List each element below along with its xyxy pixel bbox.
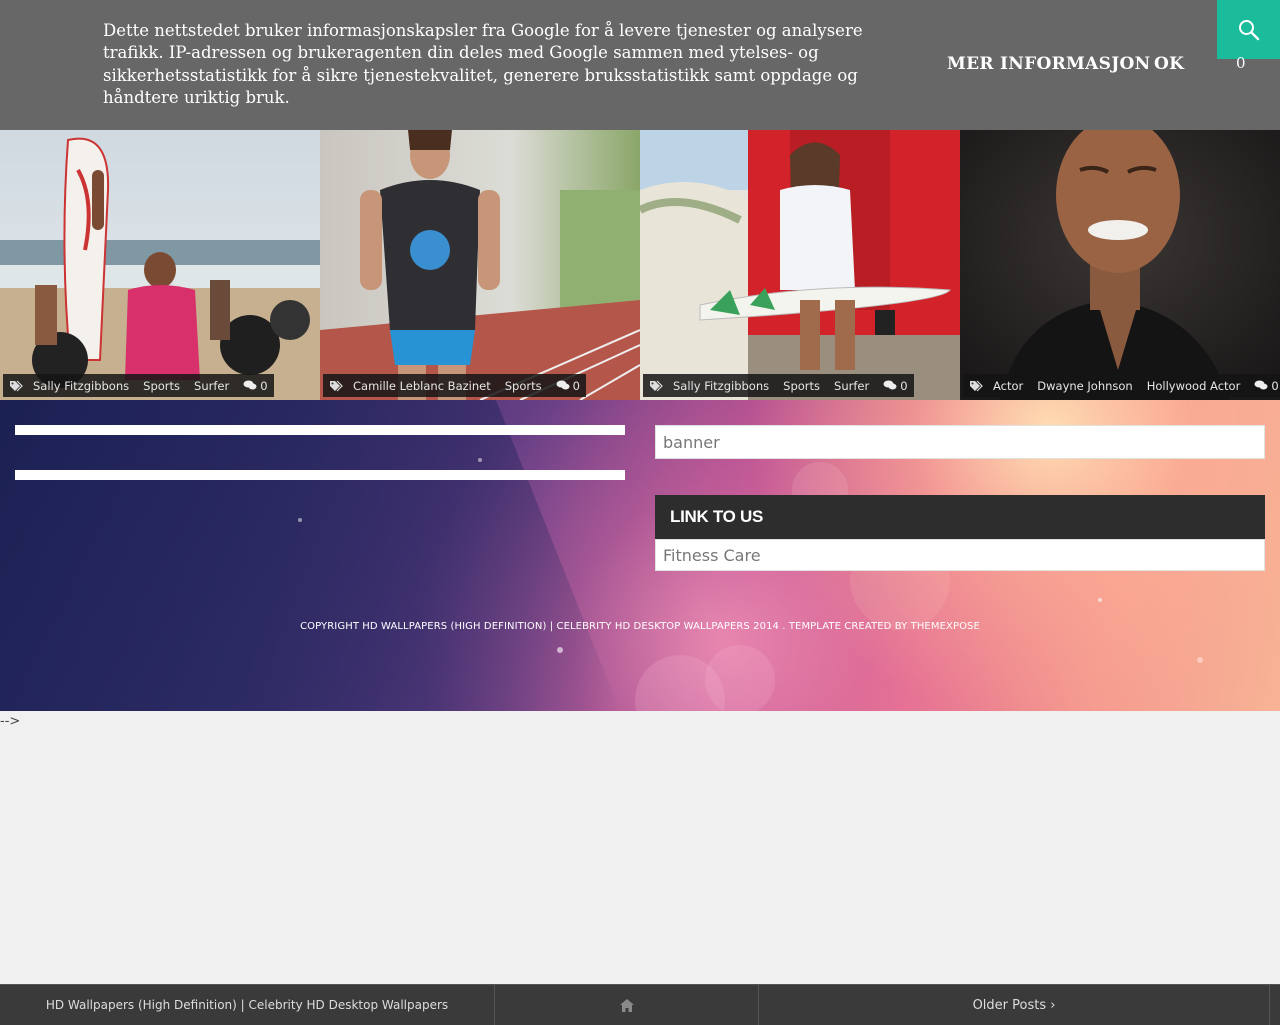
bottom-nav: HD Wallpapers (High Definition) | Celebr… (0, 984, 1280, 1025)
search-icon (1238, 19, 1259, 40)
actor-portrait-photo (960, 130, 1280, 400)
gallery-tile[interactable]: Actor Dwayne Johnson Hollywood Actor 0 (960, 130, 1280, 400)
gallery-tile[interactable]: Sally Fitzgibbons Sports Surfer 0 (640, 130, 960, 400)
tags-icon (970, 380, 983, 391)
tag-link[interactable]: Sally Fitzgibbons (33, 379, 129, 393)
tags-icon (650, 380, 663, 391)
featured-gallery: Sally Fitzgibbons Sports Surfer 0 Camill… (0, 130, 1280, 400)
tag-bar: Camille Leblanc Bazinet Sports 0 (323, 374, 586, 397)
tag-link[interactable]: Camille Leblanc Bazinet (353, 379, 491, 393)
banner-label: banner (663, 432, 720, 452)
older-posts-link[interactable]: Older Posts › (759, 985, 1269, 1025)
tag-bar: Actor Dwayne Johnson Hollywood Actor 0 (963, 374, 1280, 397)
home-site-link[interactable]: HD Wallpapers (High Definition) | Celebr… (0, 985, 494, 1025)
home-icon (619, 998, 634, 1012)
comments-icon (883, 380, 897, 390)
creator-link[interactable]: THEMEXPOSE (911, 621, 980, 632)
copyright-label: COPYRIGHT HD WALLPAPERS (HIGH DEFINITION… (300, 621, 908, 632)
header-count: 0 (1236, 54, 1246, 72)
surfer-door-photo (640, 130, 960, 400)
home-button[interactable] (495, 985, 758, 1025)
tag-bar: Sally Fitzgibbons Sports Surfer 0 (3, 374, 274, 397)
cookie-banner: Dette nettstedet bruker informasjonskaps… (0, 0, 1280, 130)
gallery-tile[interactable]: Sally Fitzgibbons Sports Surfer 0 (0, 130, 320, 400)
cookie-notice-text: Dette nettstedet bruker informasjonskaps… (103, 21, 863, 107)
tag-link[interactable]: Dwayne Johnson (1037, 379, 1132, 393)
tag-link[interactable]: Hollywood Actor (1147, 379, 1241, 393)
comments-icon (1254, 380, 1268, 390)
tag-link[interactable]: Actor (993, 379, 1023, 393)
tag-bar: Sally Fitzgibbons Sports Surfer 0 (643, 374, 914, 397)
comment-count[interactable]: 0 (883, 379, 908, 393)
comment-count[interactable]: 0 (1254, 379, 1279, 393)
nav-divider (1269, 985, 1270, 1025)
comments-icon (556, 380, 570, 390)
search-button[interactable] (1217, 0, 1280, 59)
link-widget: Fitness Care (655, 539, 1265, 571)
athlete-photo (320, 130, 640, 400)
comments-icon (243, 380, 257, 390)
widget-title: LINK TO US (655, 495, 1265, 539)
tag-link[interactable]: Sports (783, 379, 820, 393)
tag-link[interactable]: Sports (505, 379, 542, 393)
ok-button[interactable]: OK (1154, 54, 1184, 74)
comment-count[interactable]: 0 (556, 379, 580, 393)
content-divider (15, 470, 625, 480)
banner-widget: banner (655, 425, 1265, 459)
surfer-photo (0, 130, 320, 400)
tag-link[interactable]: Surfer (194, 379, 229, 393)
more-info-button[interactable]: MER INFORMASJON (947, 54, 1151, 74)
link-item[interactable]: Fitness Care (663, 546, 761, 565)
tags-icon (330, 380, 343, 391)
tags-icon (10, 380, 23, 391)
comment-count[interactable]: 0 (243, 379, 268, 393)
content-area: banner LINK TO US Fitness Care COPYRIGHT… (0, 400, 1280, 711)
gallery-tile[interactable]: Camille Leblanc Bazinet Sports 0 (320, 130, 640, 400)
stray-text: --> (0, 714, 21, 729)
tag-link[interactable]: Sally Fitzgibbons (673, 379, 769, 393)
tag-link[interactable]: Surfer (834, 379, 869, 393)
copyright-text: COPYRIGHT HD WALLPAPERS (HIGH DEFINITION… (0, 621, 1280, 632)
content-divider (15, 425, 625, 435)
tag-link[interactable]: Sports (143, 379, 180, 393)
